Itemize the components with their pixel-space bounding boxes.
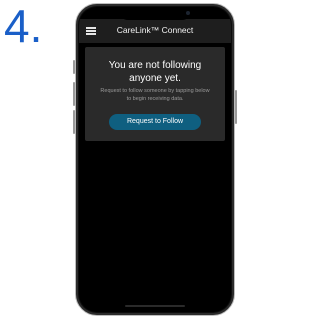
phone-notch [119, 7, 191, 20]
empty-state-subtext: Request to follow someone by tapping bel… [89, 87, 221, 103]
camera-icon [186, 11, 190, 15]
app-header: CareLink™ Connect [79, 19, 231, 43]
subtext-line-1: Request to follow someone by tapping bel… [100, 88, 210, 94]
request-to-follow-button[interactable]: Request to Follow [109, 114, 201, 130]
empty-state-headline: You are not following anyone yet. [85, 59, 225, 85]
phone-screen: CareLink™ Connect You are not following … [79, 7, 231, 312]
subtext-line-2: to begin receiving data. [126, 96, 184, 102]
headline-line-1: You are not following [108, 60, 202, 71]
phone-power-button [235, 90, 237, 124]
app-title: CareLink™ Connect [116, 25, 194, 35]
step-number: 4. [4, 0, 43, 52]
home-indicator [125, 305, 185, 307]
empty-state-panel: You are not following anyone yet. Reques… [85, 47, 225, 141]
headline-line-2: anyone yet. [129, 73, 181, 84]
